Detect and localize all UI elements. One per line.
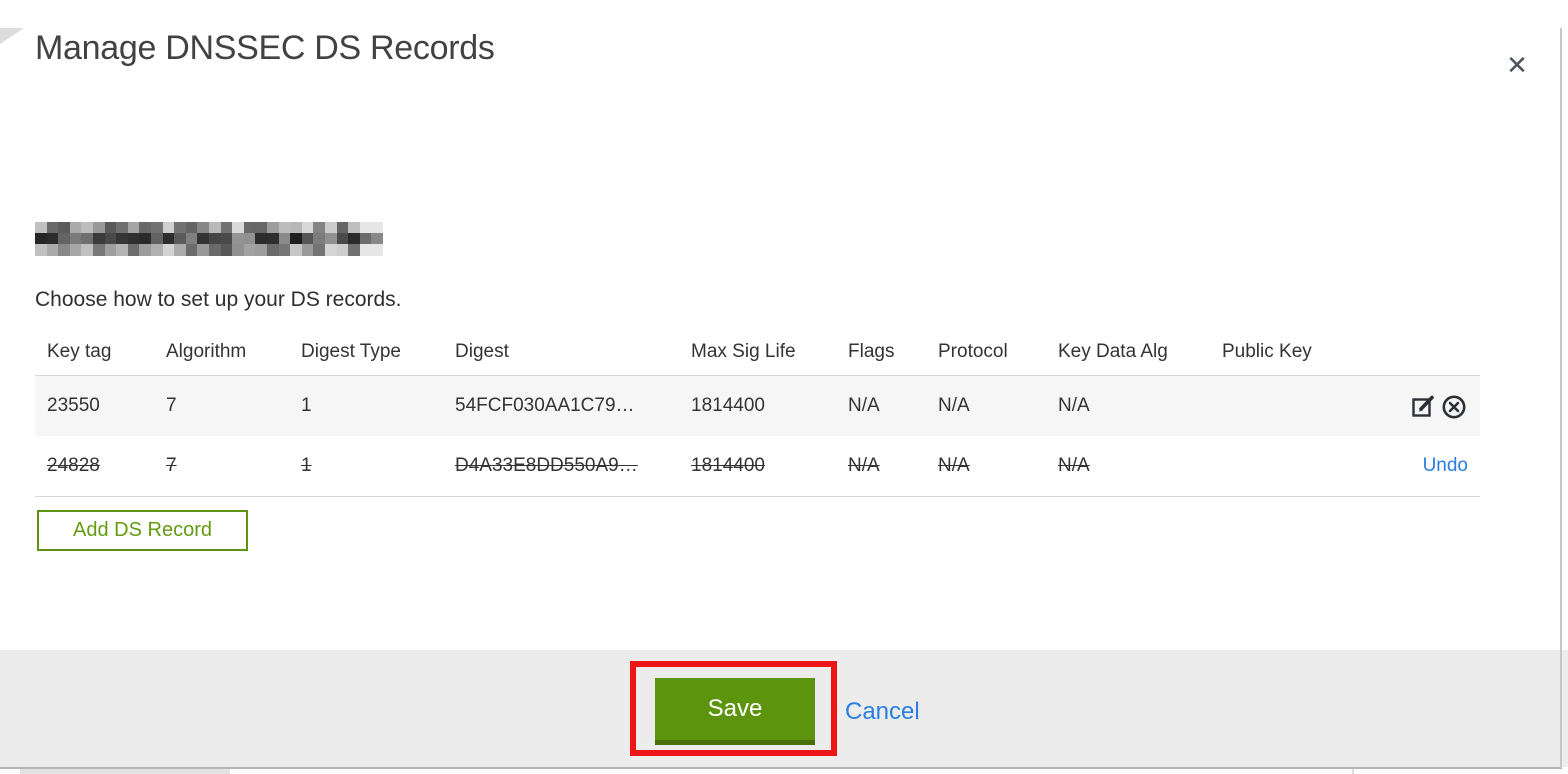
cell-digest-type: 1	[289, 435, 443, 497]
col-header-key-tag: Key tag	[35, 329, 154, 376]
cancel-link[interactable]: Cancel	[845, 698, 920, 726]
col-header-digest-type: Digest Type	[289, 329, 443, 376]
background-fragment	[1352, 769, 1354, 774]
table-row: 23550 7 1 54FCF030AA1C79… 1814400 N/A N/…	[35, 375, 1480, 436]
cell-key-data-alg: N/A	[1058, 394, 1090, 416]
cell-public-key	[1210, 435, 1390, 497]
table-row-marked-for-deletion: 24828 7 1 D4A33E8DD550A9… 1814400 N/A N/…	[35, 435, 1480, 497]
background-page-corner	[0, 28, 24, 44]
remove-record-icon[interactable]	[1440, 392, 1468, 420]
edit-record-icon[interactable]	[1410, 392, 1438, 420]
col-header-public-key: Public Key	[1210, 329, 1390, 376]
background-fragment	[20, 769, 230, 774]
undo-link[interactable]: Undo	[1423, 455, 1468, 477]
cell-protocol: N/A	[938, 394, 970, 416]
cell-digest: 54FCF030AA1C79…	[455, 394, 635, 416]
close-icon[interactable]: ✕	[1502, 50, 1532, 80]
cell-public-key	[1210, 375, 1390, 436]
modal-title: Manage DNSSEC DS Records	[35, 29, 495, 67]
ds-records-table: Key tag Algorithm Digest Type Digest Max…	[35, 329, 1480, 497]
cell-protocol: N/A	[926, 435, 1046, 497]
cell-flags: N/A	[836, 435, 926, 497]
cell-algorithm: 7	[166, 394, 177, 416]
background-page-strip	[0, 769, 1568, 774]
col-header-digest: Digest	[443, 329, 679, 376]
cell-max-sig-life: 1814400	[679, 435, 836, 497]
cell-key-data-alg: N/A	[1046, 435, 1210, 497]
modal-right-border	[1560, 28, 1562, 768]
col-header-algorithm: Algorithm	[154, 329, 289, 376]
cell-digest-type: 1	[301, 394, 312, 416]
cell-max-sig-life: 1814400	[691, 394, 765, 416]
redacted-domain-name	[35, 221, 383, 256]
row-actions	[1390, 375, 1480, 436]
cell-algorithm: 7	[154, 435, 289, 497]
add-ds-record-button[interactable]: Add DS Record	[37, 509, 248, 551]
save-button[interactable]: Save	[655, 678, 815, 745]
col-header-key-data-alg: Key Data Alg	[1046, 329, 1210, 376]
cell-key-tag: 23550	[47, 394, 100, 416]
col-header-max-sig-life: Max Sig Life	[679, 329, 836, 376]
cell-flags: N/A	[848, 394, 880, 416]
table-header-row: Key tag Algorithm Digest Type Digest Max…	[35, 329, 1480, 376]
col-header-protocol: Protocol	[926, 329, 1046, 376]
col-header-flags: Flags	[836, 329, 926, 376]
cell-digest: D4A33E8DD550A9…	[443, 435, 679, 497]
instruction-text: Choose how to set up your DS records.	[35, 287, 402, 311]
col-header-actions	[1390, 329, 1480, 376]
modal-footer: Save Cancel	[0, 650, 1568, 767]
cell-key-tag: 24828	[35, 435, 154, 497]
row-actions: Undo	[1390, 435, 1480, 497]
